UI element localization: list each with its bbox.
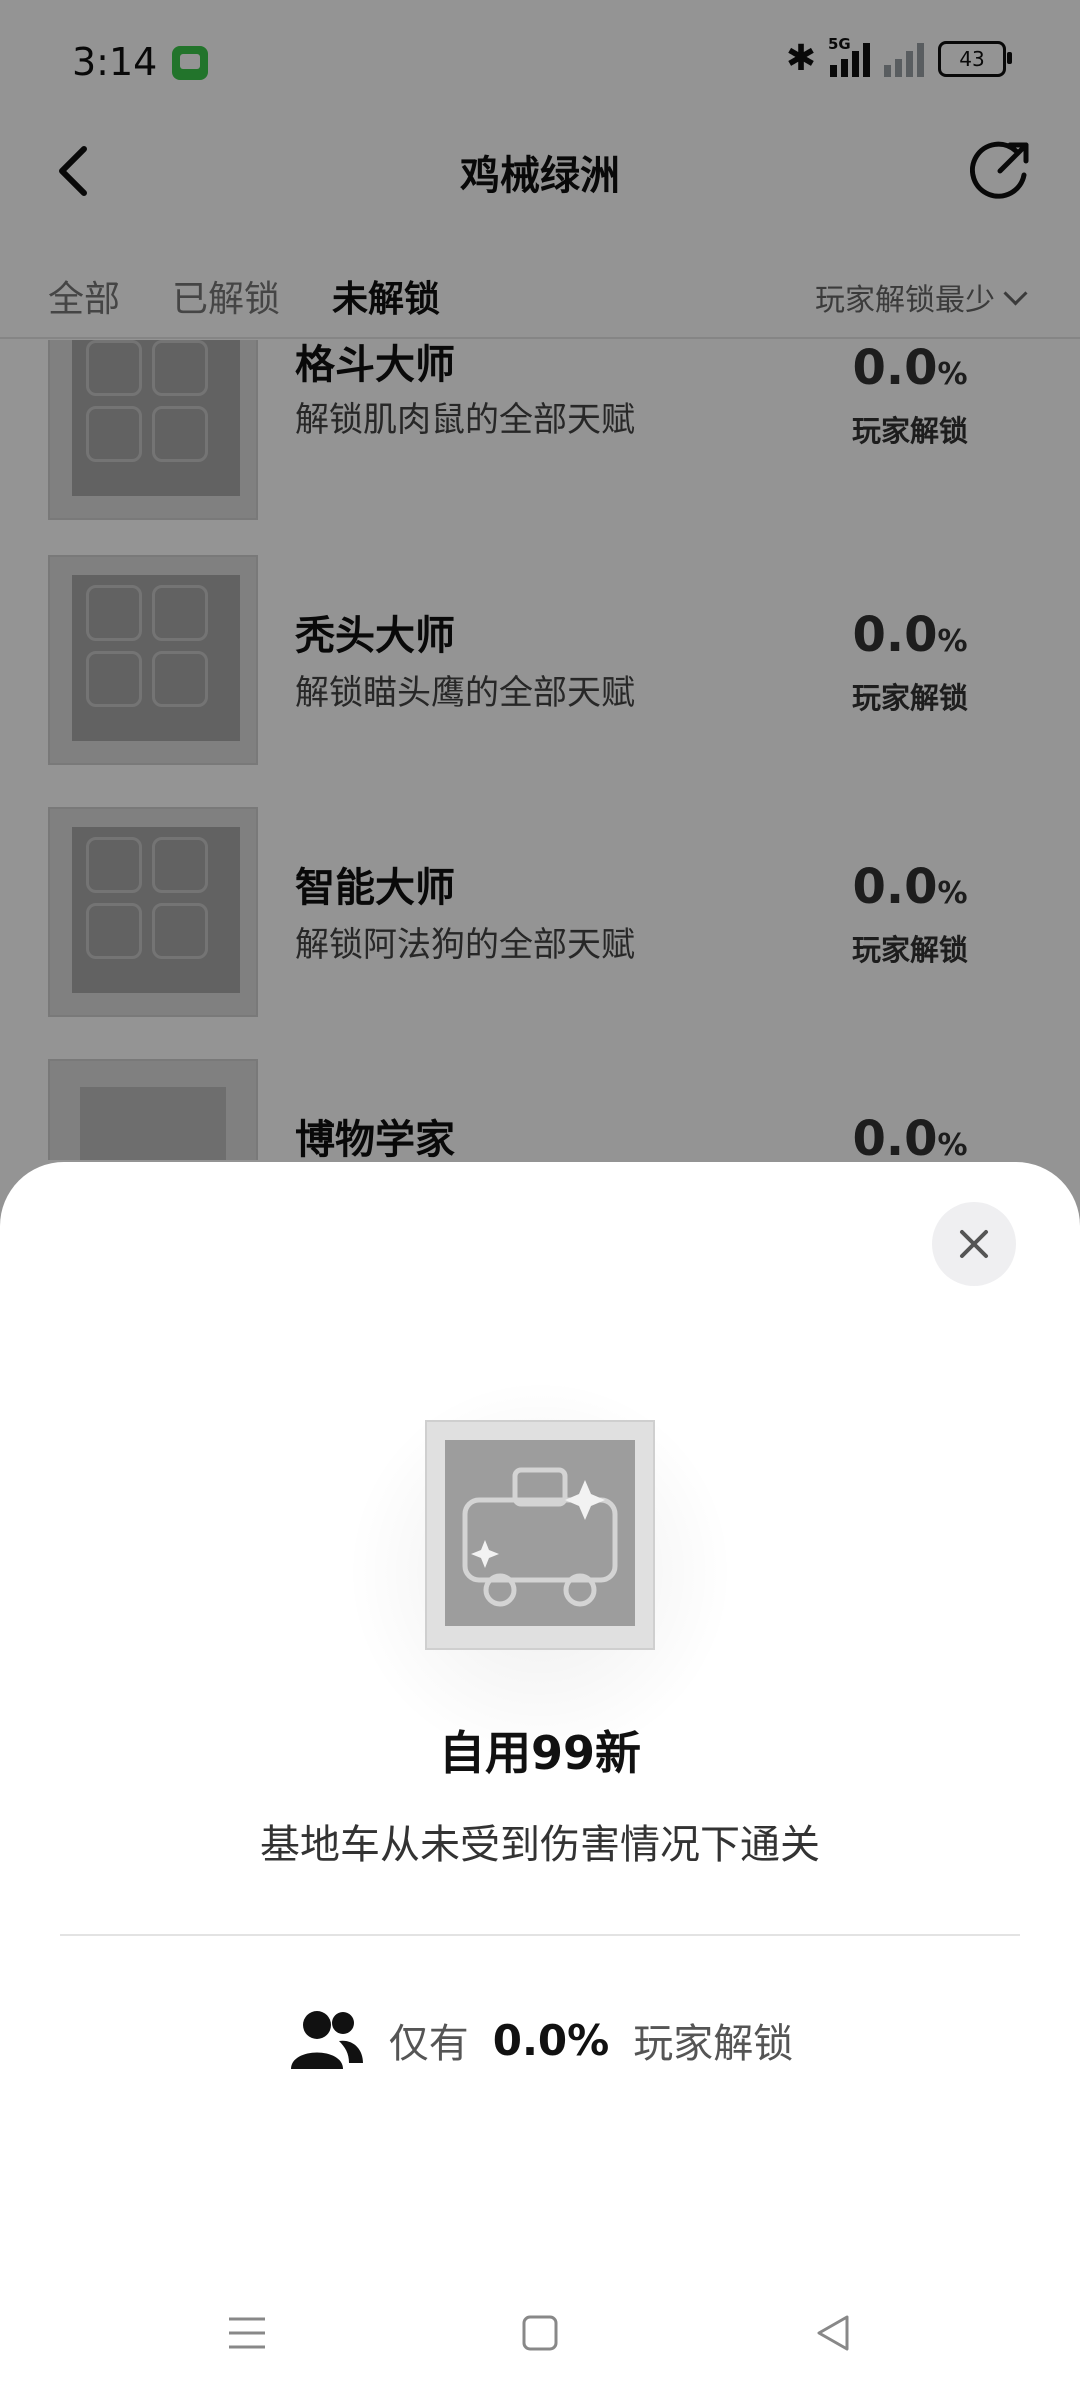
close-button[interactable] [932, 1202, 1016, 1286]
close-icon [960, 1230, 988, 1258]
system-nav-bar [0, 2288, 1080, 2378]
stat-prefix: 仅有 [388, 2021, 469, 2067]
achievement-title: 自用99新 [438, 1726, 641, 1780]
nav-back-button[interactable] [803, 2303, 863, 2363]
nav-menu-button[interactable] [217, 2303, 277, 2363]
nav-home-button[interactable] [510, 2303, 570, 2363]
achievement-description: 基地车从未受到伤害情况下通关 [260, 1822, 820, 1868]
menu-icon [228, 2317, 265, 2349]
unlock-stat: 仅有 0.0% 玩家解锁 [0, 2007, 1080, 2073]
stat-suffix: 玩家解锁 [633, 2021, 794, 2067]
home-square-icon [522, 2315, 558, 2351]
stat-value: 0.0% [492, 2015, 610, 2065]
users-icon [290, 2011, 363, 2069]
achievement-detail-sheet: 自用99新 基地车从未受到伤害情况下通关 仅有 0.0% 玩家解锁 [0, 1162, 1080, 2400]
divider [60, 1934, 1020, 1936]
achievement-badge-image [425, 1420, 655, 1650]
back-triangle-icon [817, 2315, 849, 2351]
